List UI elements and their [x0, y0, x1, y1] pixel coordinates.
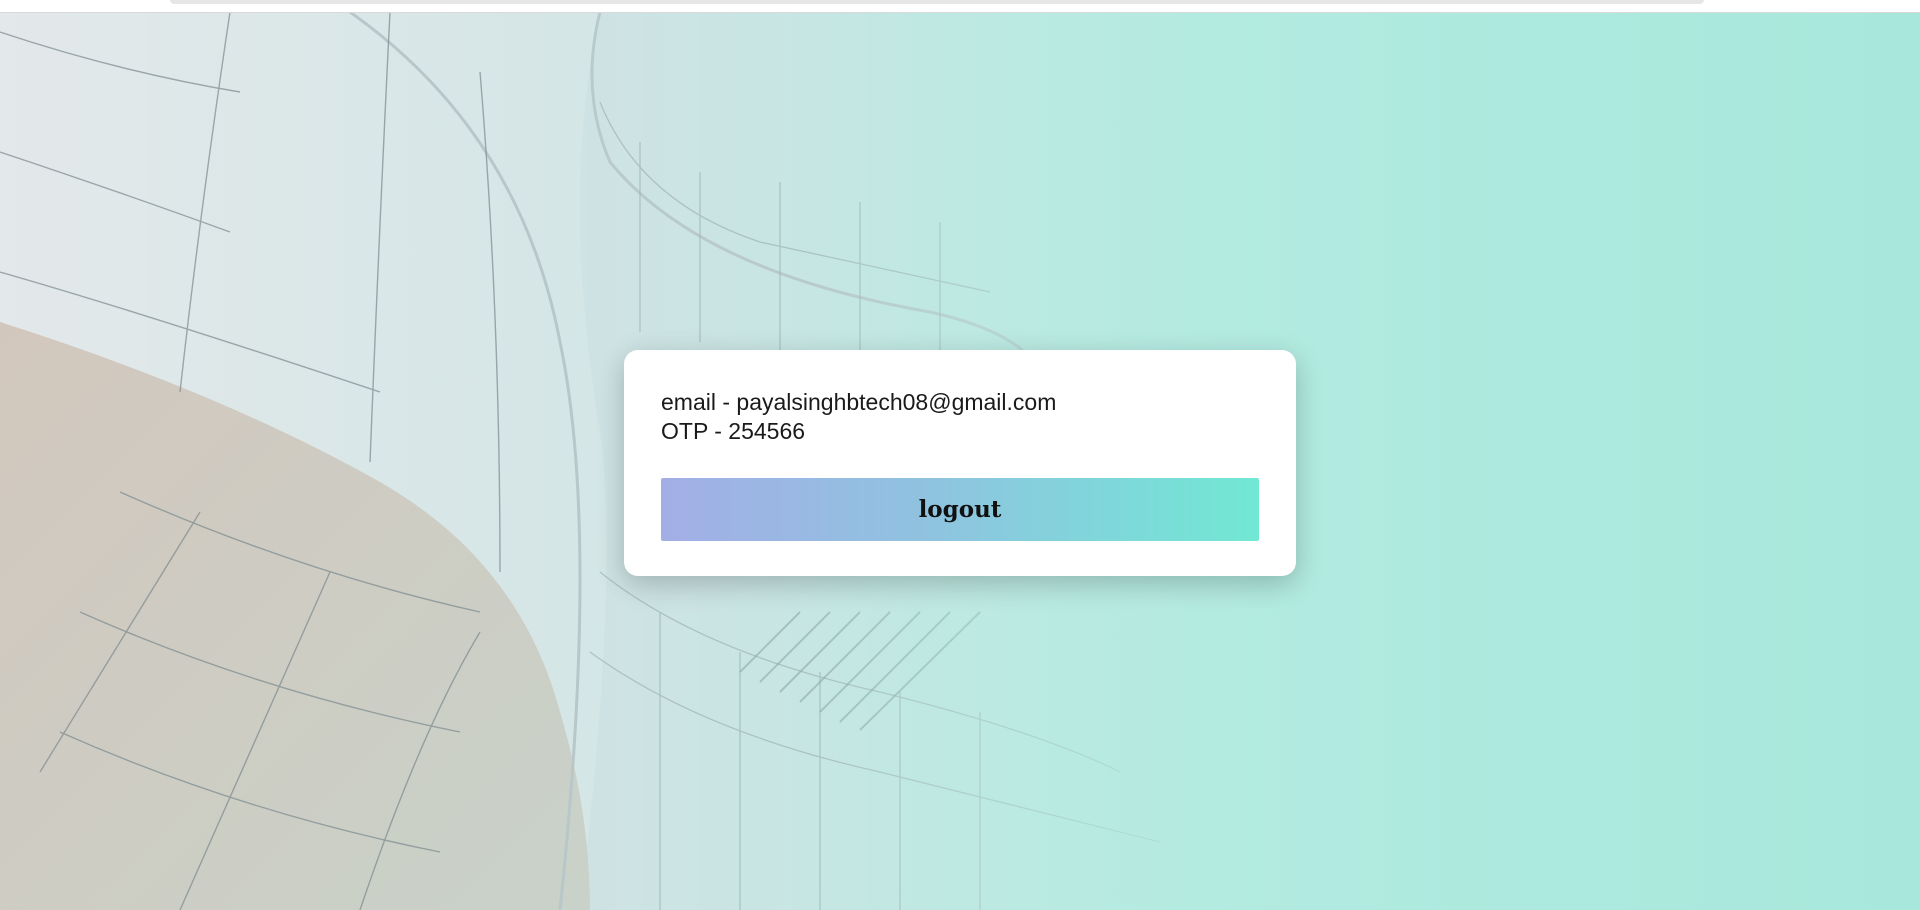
- otp-text: OTP - 254566: [661, 418, 806, 444]
- email-text: email - payalsinghbtech08@gmail.com: [661, 389, 1057, 415]
- browser-top-strip: [0, 0, 1920, 13]
- browser-address-bar-edge: [170, 0, 1704, 4]
- logout-button[interactable]: logout: [661, 478, 1259, 541]
- otp-info-card: email - payalsinghbtech08@gmail.com OTP …: [624, 350, 1296, 576]
